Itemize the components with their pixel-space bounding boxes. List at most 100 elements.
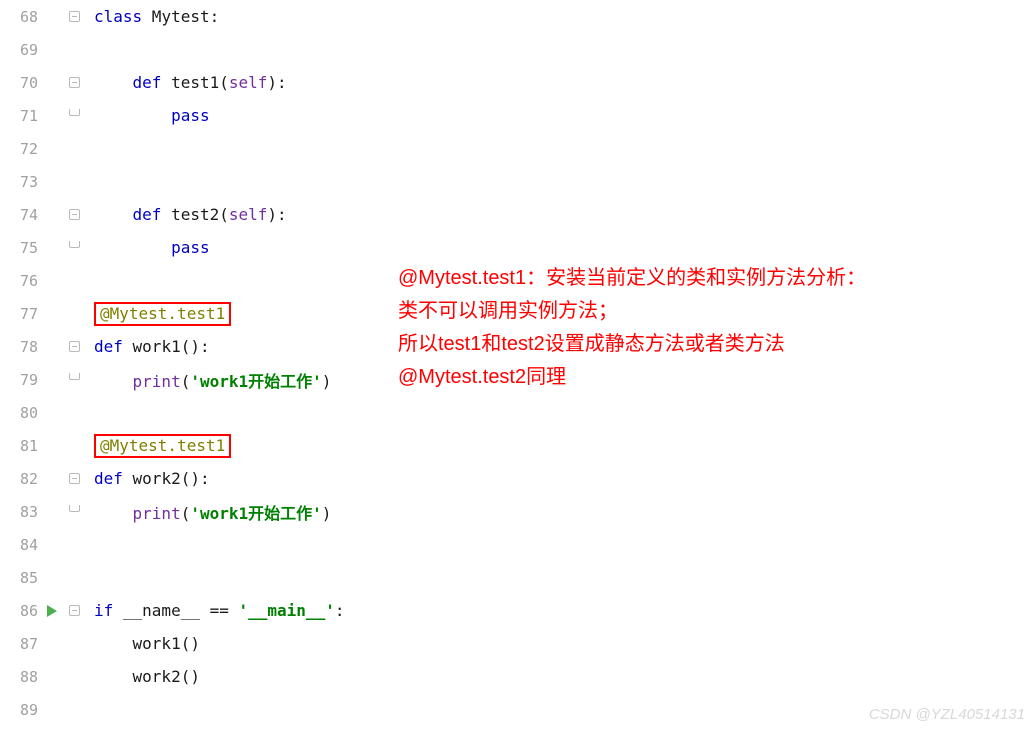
punct: : xyxy=(335,601,345,620)
code-content[interactable]: class Mytest: xyxy=(86,7,219,26)
code-content[interactable]: def work2(): xyxy=(86,469,210,488)
string-literal: 'work1开始工作' xyxy=(190,372,321,391)
fold-gutter[interactable] xyxy=(62,505,86,519)
punct: ): xyxy=(267,73,286,92)
builtin: print xyxy=(133,372,181,391)
line-number: 75 xyxy=(0,239,42,257)
punct: ): xyxy=(267,205,286,224)
self-param: self xyxy=(229,205,268,224)
identifier: __name__ == xyxy=(113,601,238,620)
code-line[interactable]: 81 @Mytest.test1 xyxy=(0,429,1033,462)
highlight-box: @Mytest.test1 xyxy=(94,434,231,458)
code-line[interactable]: 80 xyxy=(0,396,1033,429)
fold-gutter[interactable] xyxy=(62,373,86,387)
annotation-line: @Mytest.test1：安装当前定义的类和实例方法分析： xyxy=(398,262,958,295)
code-line[interactable]: 87 work1() xyxy=(0,627,1033,660)
line-number: 79 xyxy=(0,371,42,389)
line-number: 77 xyxy=(0,305,42,323)
code-content[interactable]: def work1(): xyxy=(86,337,210,356)
fold-close-icon[interactable] xyxy=(69,109,80,123)
method-name: test2( xyxy=(161,205,228,224)
code-line[interactable]: 70 def test1(self): xyxy=(0,66,1033,99)
fold-gutter[interactable] xyxy=(62,109,86,123)
fold-gutter[interactable] xyxy=(62,341,86,352)
annotation-line: 类不可以调用实例方法； xyxy=(398,295,958,328)
function-name: work1(): xyxy=(123,337,210,356)
code-content[interactable]: @Mytest.test1 xyxy=(86,302,231,326)
fold-open-icon[interactable] xyxy=(69,209,80,220)
line-number: 76 xyxy=(0,272,42,290)
builtin: print xyxy=(133,504,181,523)
line-number: 73 xyxy=(0,173,42,191)
self-param: self xyxy=(229,73,268,92)
fold-gutter[interactable] xyxy=(62,11,86,22)
code-content[interactable]: if __name__ == '__main__': xyxy=(86,601,344,620)
line-number: 68 xyxy=(0,8,42,26)
fold-gutter[interactable] xyxy=(62,473,86,484)
function-call: work1() xyxy=(133,634,200,653)
line-number: 89 xyxy=(0,701,42,719)
code-line[interactable]: 85 xyxy=(0,561,1033,594)
line-number: 80 xyxy=(0,404,42,422)
code-content[interactable]: print('work1开始工作') xyxy=(86,500,331,524)
fold-open-icon[interactable] xyxy=(69,605,80,616)
code-line[interactable]: 68 class Mytest: xyxy=(0,0,1033,33)
fold-gutter[interactable] xyxy=(62,209,86,220)
code-content[interactable]: pass xyxy=(86,238,210,257)
code-content[interactable]: work1() xyxy=(86,634,200,653)
code-content[interactable]: @Mytest.test1 xyxy=(86,434,231,458)
punct: ( xyxy=(181,372,191,391)
line-number: 88 xyxy=(0,668,42,686)
line-number: 85 xyxy=(0,569,42,587)
line-number: 69 xyxy=(0,41,42,59)
keyword: def xyxy=(94,337,123,356)
code-line[interactable]: 83 print('work1开始工作') xyxy=(0,495,1033,528)
line-number: 78 xyxy=(0,338,42,356)
fold-open-icon[interactable] xyxy=(69,473,80,484)
line-number: 81 xyxy=(0,437,42,455)
code-content[interactable]: def test1(self): xyxy=(86,73,287,92)
fold-gutter[interactable] xyxy=(62,241,86,255)
line-number: 84 xyxy=(0,536,42,554)
string-literal: 'work1开始工作' xyxy=(190,504,321,523)
run-gutter[interactable] xyxy=(42,605,62,617)
code-line[interactable]: 82 def work2(): xyxy=(0,462,1033,495)
fold-open-icon[interactable] xyxy=(69,11,80,22)
code-line[interactable]: 84 xyxy=(0,528,1033,561)
keyword: def xyxy=(133,73,162,92)
punct: ) xyxy=(322,372,332,391)
code-content[interactable]: work2() xyxy=(86,667,200,686)
fold-open-icon[interactable] xyxy=(69,341,80,352)
fold-open-icon[interactable] xyxy=(69,77,80,88)
punct: ) xyxy=(322,504,332,523)
fold-close-icon[interactable] xyxy=(69,373,80,387)
string-literal: '__main__' xyxy=(239,601,335,620)
keyword: pass xyxy=(171,106,210,125)
code-line[interactable]: 71 pass xyxy=(0,99,1033,132)
run-icon[interactable] xyxy=(47,605,57,617)
keyword: class xyxy=(94,7,142,26)
fold-close-icon[interactable] xyxy=(69,241,80,255)
code-content[interactable]: def test2(self): xyxy=(86,205,287,224)
code-line[interactable]: 88 work2() xyxy=(0,660,1033,693)
fold-gutter[interactable] xyxy=(62,77,86,88)
function-call: work2() xyxy=(133,667,200,686)
watermark: CSDN @YZL40514131 xyxy=(869,706,1025,723)
line-number: 87 xyxy=(0,635,42,653)
fold-gutter[interactable] xyxy=(62,605,86,616)
code-line[interactable]: 74 def test2(self): xyxy=(0,198,1033,231)
line-number: 86 xyxy=(0,602,42,620)
line-number: 72 xyxy=(0,140,42,158)
code-line[interactable]: 69 xyxy=(0,33,1033,66)
code-line[interactable]: 73 xyxy=(0,165,1033,198)
code-content[interactable]: pass xyxy=(86,106,210,125)
keyword: if xyxy=(94,601,113,620)
code-content[interactable]: print('work1开始工作') xyxy=(86,368,331,392)
line-number: 83 xyxy=(0,503,42,521)
keyword: def xyxy=(133,205,162,224)
code-line[interactable]: 75 pass xyxy=(0,231,1033,264)
decorator: @Mytest.test1 xyxy=(100,304,225,323)
code-line[interactable]: 86 if __name__ == '__main__': xyxy=(0,594,1033,627)
code-line[interactable]: 72 xyxy=(0,132,1033,165)
fold-close-icon[interactable] xyxy=(69,505,80,519)
